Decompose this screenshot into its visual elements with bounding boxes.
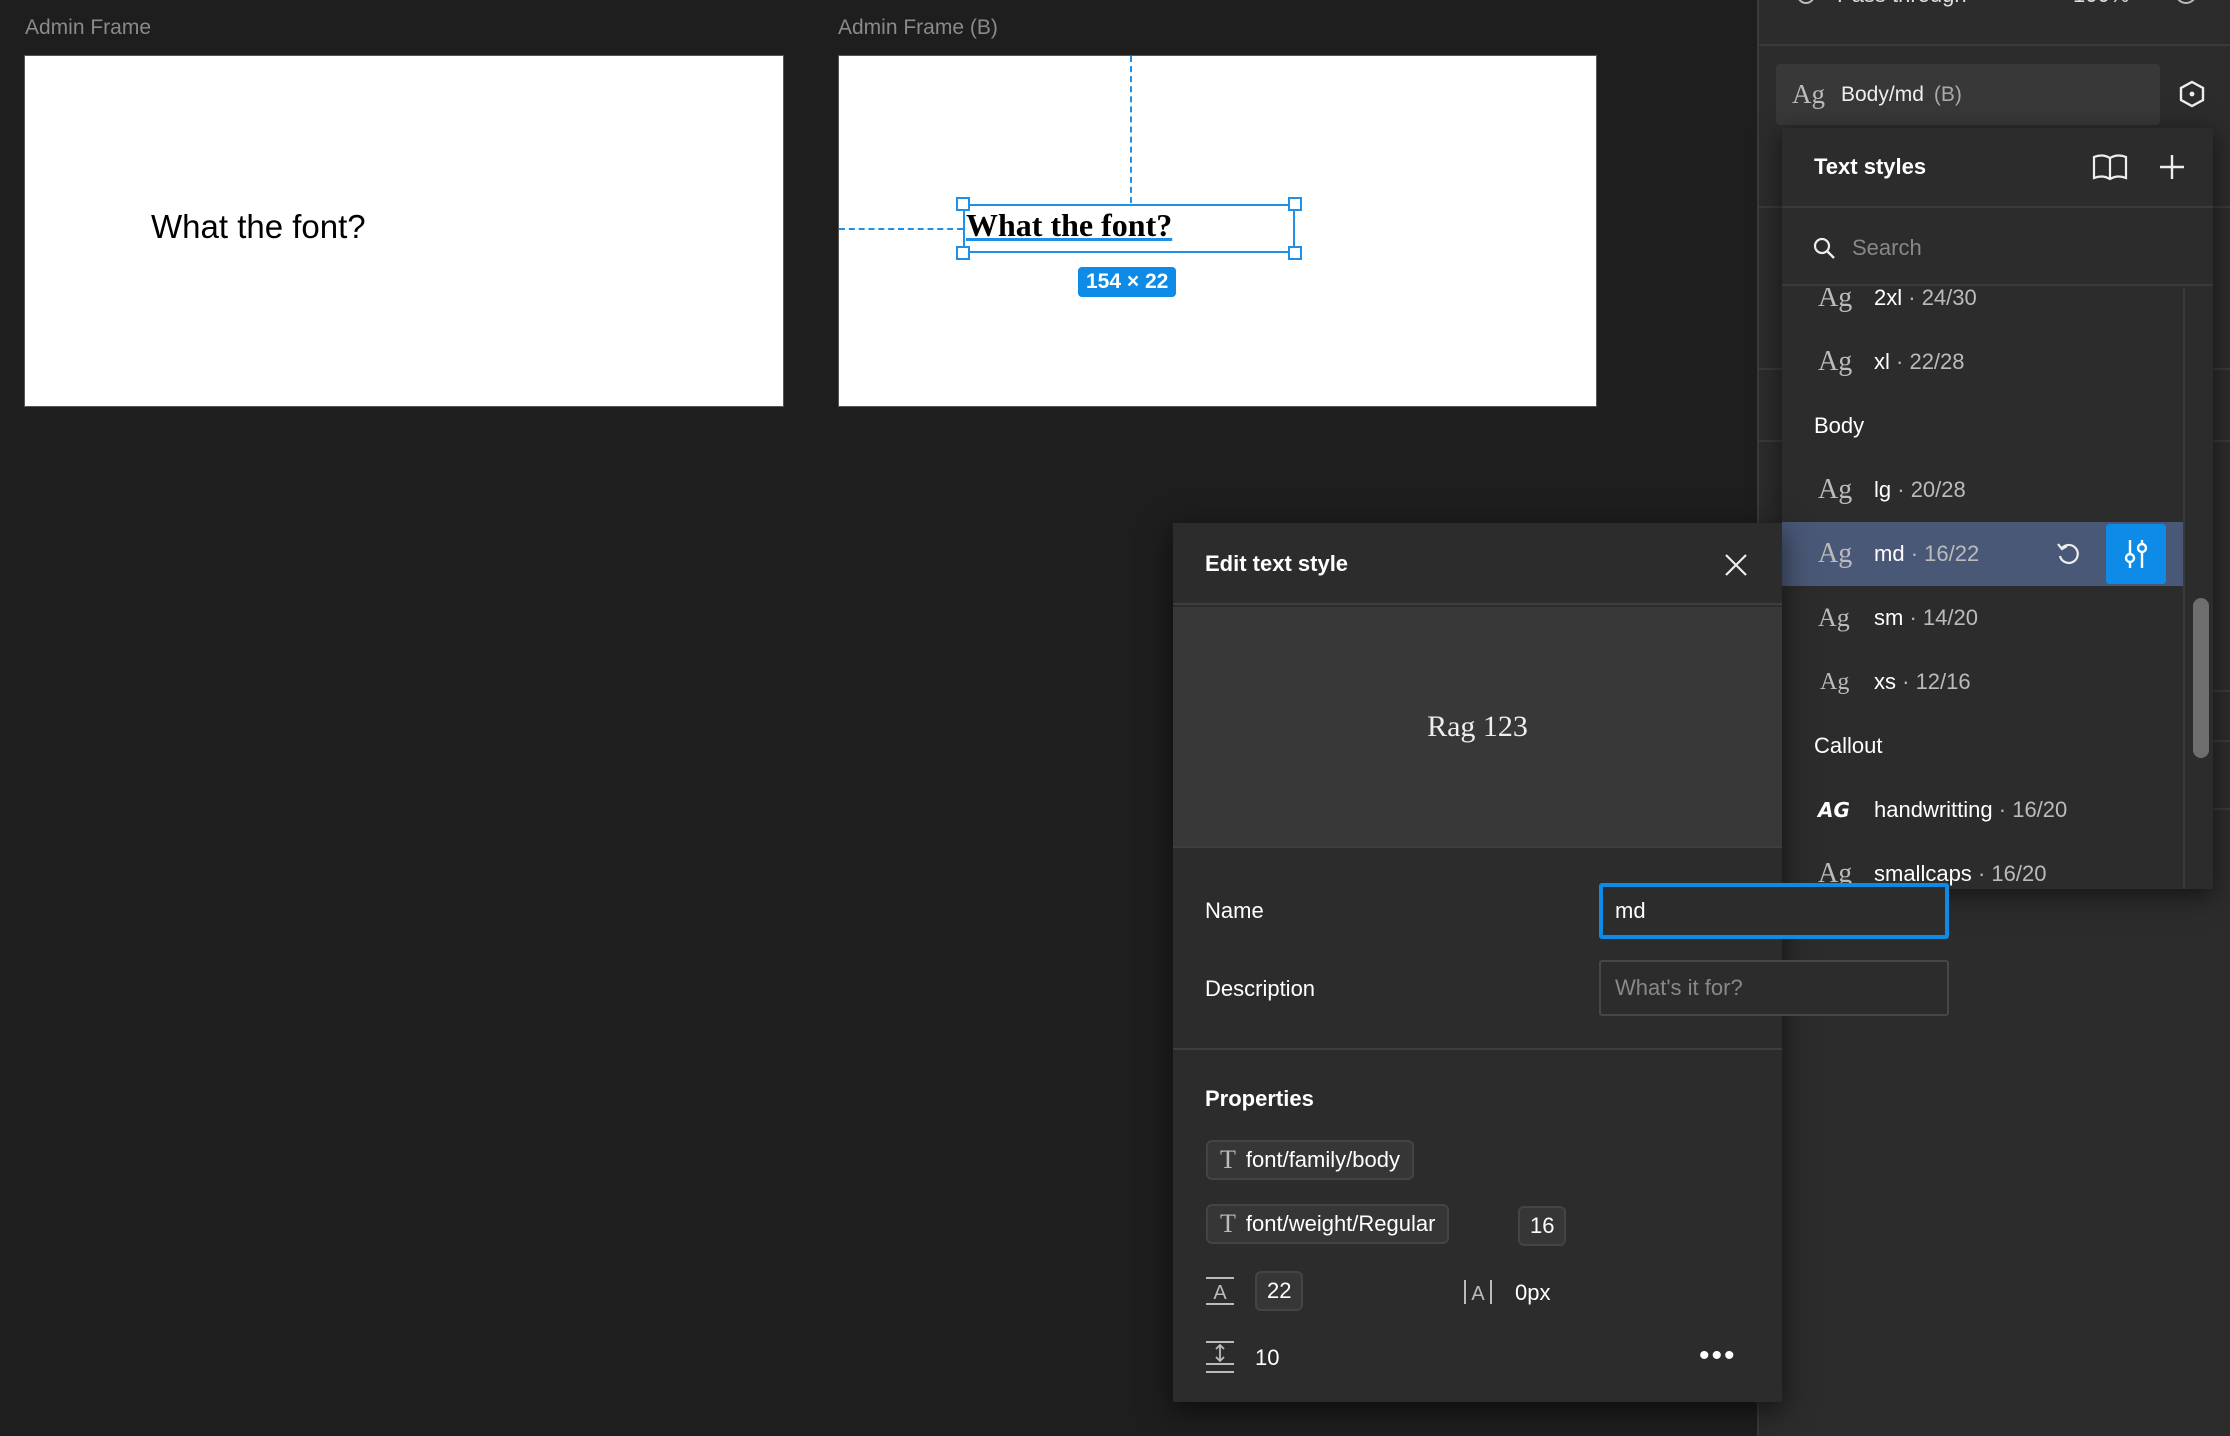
reset-style-icon[interactable] (2055, 540, 2083, 573)
admin-frame-b[interactable]: What the font? 154 × 22 (838, 55, 1597, 407)
style-name: lg (1874, 477, 1892, 502)
style-metrics: · 24/30 (1908, 288, 1977, 310)
style-item-xs[interactable]: Ag xs · 12/16 (1782, 650, 2183, 714)
style-item-smallcaps[interactable]: Ag smallcaps · 16/20 (1782, 842, 2183, 889)
text-variable-icon: T (1220, 1145, 1236, 1174)
frame-label-admin-frame-b[interactable]: Admin Frame (B) (838, 16, 998, 40)
resize-handle-bottom-left[interactable] (956, 246, 970, 260)
font-family-value: font/family/body (1245, 1147, 1400, 1172)
style-name: handwritting (1874, 797, 1993, 822)
more-options-button[interactable]: ••• (1699, 1341, 1737, 1371)
style-name: xs (1874, 669, 1896, 694)
text-styles-list[interactable]: Ag 2xl · 24/30 Ag xl · 22/28 Body Ag lg … (1782, 288, 2185, 889)
style-preview-icon: Ag (1818, 474, 1853, 505)
layer-blend-row[interactable]: Pass through 100% (1797, 0, 2230, 16)
style-metrics: · 16/20 (1977, 861, 2047, 886)
frame-text[interactable]: What the font? (151, 208, 366, 246)
style-metrics: · 20/28 (1897, 477, 1966, 502)
opacity-value[interactable]: 100% (2073, 0, 2129, 8)
scrollbar-track[interactable] (2187, 288, 2213, 889)
style-preview-icon: AG (1818, 798, 1850, 822)
resize-handle-top-right[interactable] (1288, 197, 1302, 211)
visibility-icon[interactable] (2175, 0, 2197, 4)
font-size-field[interactable]: 16 (1518, 1206, 1567, 1246)
svg-text:A: A (1213, 1282, 1227, 1304)
text-style-preview-icon: Ag (1792, 79, 1825, 109)
svg-text:A: A (1471, 1283, 1485, 1305)
description-input[interactable] (1599, 960, 1949, 1016)
scrollbar-thumb[interactable] (2193, 598, 2209, 758)
line-height-icon: A (1206, 1276, 1234, 1311)
style-item-lg[interactable]: Ag lg · 20/28 (1782, 458, 2183, 522)
resize-handle-bottom-right[interactable] (1288, 246, 1302, 260)
close-icon[interactable] (1724, 553, 1748, 582)
edit-text-style-dialog: Edit text style Rag 123 Name Description… (1173, 523, 1949, 1402)
style-preview-icon: Ag (1818, 288, 1853, 313)
line-height-field[interactable]: 22 (1255, 1271, 1304, 1311)
text-variable-icon: T (1220, 1209, 1236, 1238)
blend-mode-value[interactable]: Pass through (1837, 0, 1967, 8)
style-item-sm[interactable]: Ag sm · 14/20 (1782, 586, 2183, 650)
add-style-plus-icon[interactable] (2158, 153, 2186, 186)
frame-label-admin-frame[interactable]: Admin Frame (25, 16, 151, 40)
style-name: 2xl (1874, 288, 1903, 310)
admin-frame[interactable]: What the font? (24, 55, 784, 407)
library-book-icon[interactable] (2092, 153, 2128, 186)
resize-handle-top-left[interactable] (956, 197, 970, 211)
style-preview-icon: Ag (1818, 346, 1853, 377)
text-styles-popover: Text styles Ag 2xl · 24/30 Ag xl · 22/28… (1782, 128, 2213, 889)
style-item-2xl[interactable]: Ag 2xl · 24/30 (1782, 288, 2183, 330)
name-input[interactable] (1599, 883, 1949, 939)
text-style-suffix: (B) (1933, 82, 1962, 106)
style-metrics: · 16/20 (1998, 797, 2068, 822)
dialog-header: Edit text style (1173, 523, 1782, 605)
description-label: Description (1205, 976, 1316, 1001)
style-search (1782, 210, 2213, 286)
selection-box[interactable] (963, 204, 1295, 253)
style-metrics: · 16/22 (1910, 541, 1980, 566)
measurement-guide-vertical (1130, 56, 1132, 203)
name-label: Name (1205, 898, 1264, 923)
style-group-label-body: Body (1814, 413, 1865, 438)
text-style-field[interactable]: Ag Body/md (B) (1776, 64, 2160, 125)
adjust-sliders-icon (2124, 540, 2148, 568)
style-item-xl[interactable]: Ag xl · 22/28 (1782, 330, 2183, 394)
divider (1759, 44, 2230, 46)
text-style-name: Body/md (1841, 82, 1924, 106)
style-metrics: · 12/16 (1902, 669, 1971, 694)
detach-style-icon[interactable] (2179, 80, 2205, 113)
style-name: md (1874, 541, 1905, 566)
style-preview-icon: Ag (1818, 538, 1853, 569)
style-item-handwritting[interactable]: AG handwritting · 16/20 (1782, 778, 2183, 842)
style-search-input[interactable] (1852, 228, 2172, 268)
text-styles-header: Text styles (1782, 128, 2213, 208)
dialog-title: Edit text style (1205, 551, 1349, 576)
font-weight-value: font/weight/Regular (1245, 1211, 1436, 1236)
letter-spacing-value[interactable]: 0px (1515, 1280, 1550, 1306)
style-metrics: · 14/20 (1909, 605, 1978, 630)
edit-style-button[interactable] (2106, 524, 2166, 584)
style-preview: Rag 123 (1173, 607, 1782, 848)
paragraph-spacing-icon (1206, 1340, 1234, 1379)
font-weight-variable-chip[interactable]: T font/weight/Regular (1206, 1204, 1450, 1244)
font-family-variable-chip[interactable]: T font/family/body (1206, 1140, 1414, 1180)
search-icon (1812, 236, 1836, 265)
style-name: xl (1874, 349, 1890, 374)
selection-size-badge: 154 × 22 (1078, 267, 1177, 297)
blend-mode-icon (1797, 0, 1815, 4)
style-item-md[interactable]: Ag md · 16/22 (1782, 522, 2183, 586)
style-metrics: · 22/28 (1896, 349, 1965, 374)
style-group-label-callout: Callout (1814, 733, 1883, 758)
style-preview-icon: Ag (1818, 603, 1850, 632)
divider (1173, 1048, 1782, 1050)
style-preview-text: Rag 123 (1427, 709, 1528, 743)
text-styles-title: Text styles (1814, 154, 1927, 179)
style-preview-icon: Ag (1820, 668, 1850, 695)
letter-spacing-icon: A (1463, 1278, 1493, 1311)
measurement-guide-horizontal (839, 228, 963, 230)
paragraph-spacing-value[interactable]: 10 (1255, 1345, 1279, 1371)
style-name: sm (1874, 605, 1904, 630)
properties-title: Properties (1205, 1086, 1314, 1111)
